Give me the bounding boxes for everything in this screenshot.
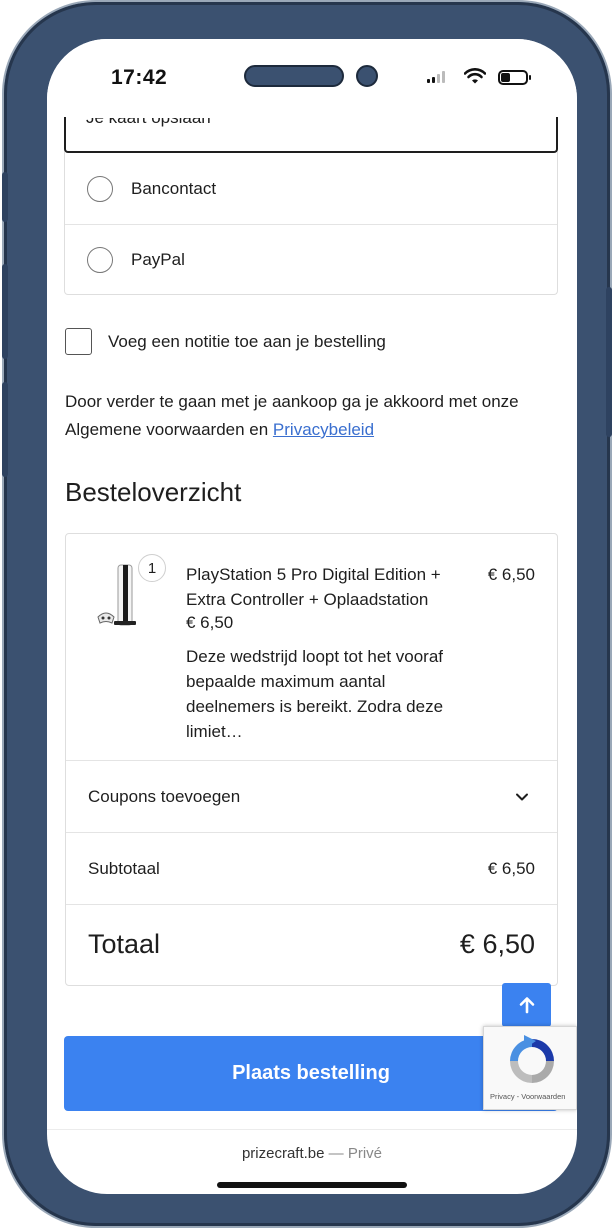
total-label: Totaal xyxy=(88,929,161,959)
product-description: Deze wedstrijd loopt tot het vooraf bepa… xyxy=(186,647,444,741)
payment-option-label: PayPal xyxy=(131,250,185,269)
phone-frame: Je kaart opslaan Bancontact PayPal Voeg … xyxy=(2,2,612,1226)
scroll-to-top-button[interactable] xyxy=(502,983,551,1027)
product-unit-price: € 6,50 xyxy=(186,613,234,632)
battery-icon xyxy=(498,70,531,85)
volume-down-button xyxy=(2,382,8,477)
chevron-down-icon[interactable] xyxy=(515,790,529,804)
wifi-icon xyxy=(464,68,486,84)
footer: prizecraft.be — Privé xyxy=(47,1145,577,1162)
clock: 17:42 xyxy=(111,66,168,89)
payment-option-bancontact[interactable]: Bancontact xyxy=(65,154,557,224)
home-indicator xyxy=(217,1182,407,1188)
dynamic-island xyxy=(244,65,344,87)
divider xyxy=(66,832,557,833)
terms-text: Door verder te gaan met je aankoop ga je… xyxy=(65,388,555,444)
phone-screen: Je kaart opslaan Bancontact PayPal Voeg … xyxy=(47,39,577,1194)
note-label: Voeg een notitie toe aan je bestelling xyxy=(108,331,386,351)
recaptcha-icon xyxy=(510,1035,554,1083)
footer-separator: — xyxy=(324,1145,348,1162)
order-note-toggle[interactable]: Voeg een notitie toe aan je bestelling xyxy=(65,328,386,355)
status-bar: 17:42 xyxy=(47,39,577,117)
divider xyxy=(66,904,557,905)
recaptcha-badge[interactable]: Privacy - Voorwaarden xyxy=(483,1026,577,1110)
camera-icon xyxy=(356,65,378,87)
payment-option-label: Bancontact xyxy=(131,179,217,198)
coupons-toggle[interactable]: Coupons toevoegen xyxy=(88,787,240,807)
payment-option-paypal[interactable]: PayPal xyxy=(65,225,557,295)
arrow-up-icon xyxy=(519,997,534,1014)
radio-button[interactable] xyxy=(87,176,113,202)
quantity-badge: 1 xyxy=(138,554,166,582)
divider xyxy=(66,760,557,761)
footer-suffix: Privé xyxy=(347,1145,383,1162)
product-name: PlayStation 5 Pro Digital Edition + Extr… xyxy=(186,565,441,609)
order-summary-heading: Besteloverzicht xyxy=(65,477,242,507)
volume-up-button xyxy=(2,264,8,359)
subtotal-label: Subtotaal xyxy=(88,859,160,878)
privacy-policy-link[interactable]: Privacybeleid xyxy=(273,420,374,439)
radio-button[interactable] xyxy=(87,247,113,273)
subtotal-value: € 6,50 xyxy=(487,859,535,878)
action-button xyxy=(2,172,8,222)
power-button xyxy=(606,287,612,437)
recaptcha-links[interactable]: Privacy - Voorwaarden xyxy=(490,1092,565,1101)
signal-icon xyxy=(427,71,445,83)
total-value: € 6,50 xyxy=(459,929,535,959)
checkout-page: Je kaart opslaan Bancontact PayPal Voeg … xyxy=(47,39,577,1194)
note-checkbox[interactable] xyxy=(65,328,92,355)
footer-divider xyxy=(47,1129,577,1130)
line-item-price: € 6,50 xyxy=(487,565,535,584)
order-summary: 1 PlayStation 5 Pro Digital Edition + Ex… xyxy=(65,533,558,986)
footer-site[interactable]: prizecraft.be xyxy=(242,1145,325,1162)
